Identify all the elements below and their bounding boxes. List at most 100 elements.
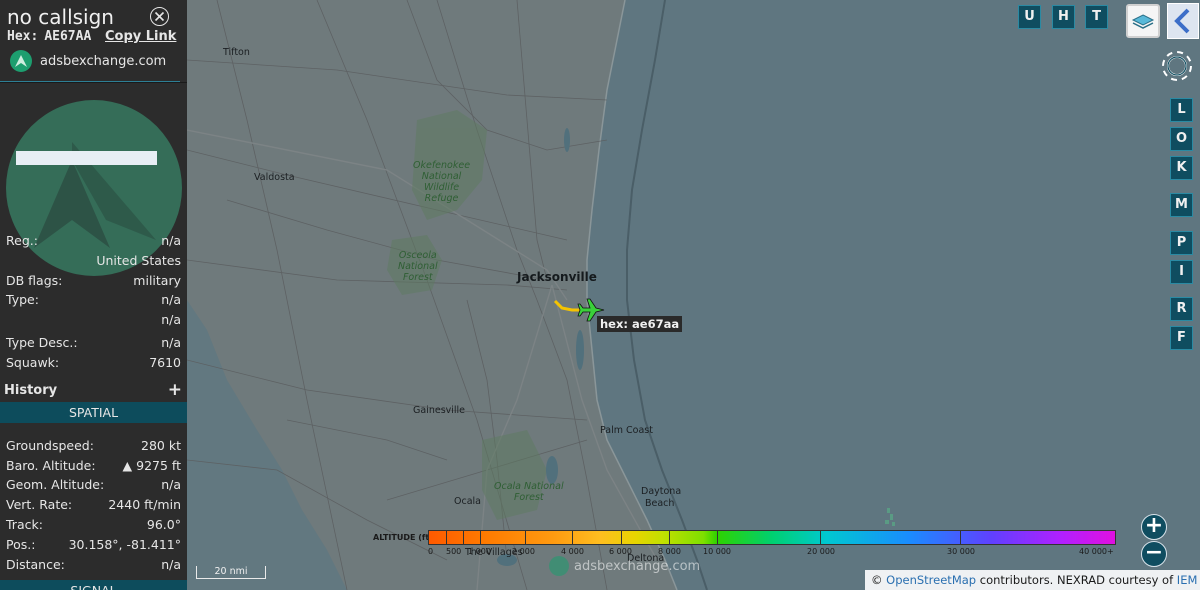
panel-header: no callsign Hex: AE67AA Copy Link adsbexc… (0, 0, 187, 83)
toolbar-button-p[interactable]: P (1170, 231, 1193, 255)
detail-value: n/a (161, 335, 181, 350)
spatial-key: Baro. Altitude: (6, 458, 96, 473)
minus-icon: − (1144, 540, 1164, 565)
place-label: Jacksonville (517, 270, 597, 284)
place-label: Tifton (223, 47, 250, 58)
toolbar-button-r[interactable]: R (1170, 297, 1193, 321)
detail-value: 7610 (149, 355, 181, 370)
osm-link[interactable]: OpenStreetMap (886, 573, 976, 587)
detail-value: military (133, 273, 181, 288)
altitude-tick: 10 000 (703, 547, 731, 556)
spatial-value: 280 kt (141, 438, 181, 453)
altitude-tick: 6 000 (609, 547, 632, 556)
history-title: History (4, 383, 58, 398)
brand-link[interactable]: adsbexchange.com (10, 49, 166, 73)
toolbar-button-o[interactable]: O (1170, 127, 1193, 151)
history-expand-button[interactable]: + (168, 380, 182, 400)
detail-row-registration: Reg.: n/a (0, 231, 187, 251)
detail-row-squawk: Squawk: 7610 (0, 353, 187, 373)
copyright-symbol: © (871, 573, 883, 587)
map-scale: 20 nmi (196, 566, 266, 579)
settings-button[interactable] (1155, 44, 1199, 88)
detail-key: Reg.: (6, 233, 38, 248)
map-attribution: © OpenStreetMap contributors. NEXRAD cou… (865, 570, 1200, 590)
altitude-tick: 8 000 (658, 547, 681, 556)
altitude-tick: 2 000 (512, 547, 535, 556)
spatial-value: 30.158°, -81.411° (68, 537, 181, 552)
signal-section-header[interactable]: SIGNAL (0, 580, 187, 590)
adsbexchange-logo-icon (10, 50, 32, 72)
detail-value: n/a (161, 312, 181, 327)
spatial-row-track: Track: 96.0° (0, 515, 187, 535)
collapse-sidebar-button[interactable] (1167, 3, 1199, 39)
detail-key: DB flags: (6, 273, 63, 288)
place-label: Daytona (641, 486, 682, 497)
divider (0, 81, 180, 82)
map-canvas[interactable]: Tifton Valdosta Jacksonville Gainesville… (187, 0, 1200, 590)
copy-link[interactable]: Copy Link (105, 29, 176, 44)
watermark-text: adsbexchange.com (574, 558, 701, 574)
place-label: Gainesville (413, 405, 466, 416)
spatial-key: Distance: (6, 557, 65, 572)
spatial-value: 2440 ft/min (108, 497, 181, 512)
place-label: Palm Coast (600, 425, 653, 436)
toolbar-button-i[interactable]: I (1170, 260, 1193, 284)
spatial-value: n/a (161, 557, 181, 572)
detail-value: n/a (161, 233, 181, 248)
spatial-key: Pos.: (6, 537, 36, 552)
gear-icon (1162, 51, 1192, 81)
toolbar-button-u[interactable]: U (1018, 5, 1041, 29)
callsign-title: no callsign (7, 5, 114, 29)
altitude-tick: 4 000 (561, 547, 584, 556)
close-panel-button[interactable] (150, 7, 169, 26)
detail-key: Type Desc.: (6, 335, 78, 350)
altitude-legend-title: ALTITUDE (ft) (373, 533, 433, 542)
aircraft-info-panel: no callsign Hex: AE67AA Copy Link adsbexc… (0, 0, 187, 590)
altitude-tick: 30 000 (947, 547, 975, 556)
layers-button[interactable] (1126, 4, 1160, 38)
spatial-key: Track: (6, 517, 43, 532)
toolbar-button-f[interactable]: F (1170, 326, 1193, 350)
layers-icon (1131, 14, 1155, 29)
altitude-legend: ALTITUDE (ft) 0 500 1 000 2 000 4 000 6 … (373, 530, 1116, 558)
spatial-row-position: Pos.: 30.158°, -81.411° (0, 535, 187, 555)
altitude-tick: 500 (446, 547, 462, 556)
place-label: Ocala (454, 496, 481, 507)
history-section-header[interactable]: History + (0, 380, 187, 402)
detail-key: Squawk: (6, 355, 60, 370)
hex-row: Hex: AE67AA (7, 29, 91, 44)
detail-key: Type: (6, 292, 39, 307)
forest-label: Okefenokee National Wildlife Refuge (413, 160, 471, 204)
spatial-key: Vert. Rate: (6, 497, 73, 512)
forest-label: Osceola National Forest (398, 250, 438, 283)
map-base-layer (187, 0, 1200, 590)
spatial-value: ▲ 9275 ft (122, 458, 181, 473)
detail-value: n/a (161, 292, 181, 307)
detail-row-type: Type: n/a (0, 290, 187, 310)
toolbar-button-k[interactable]: K (1170, 156, 1193, 180)
toolbar-button-t[interactable]: T (1085, 5, 1108, 29)
adsbexchange-logo-icon (549, 556, 569, 576)
detail-row-type-extra: n/a (0, 310, 187, 330)
toolbar-button-h[interactable]: H (1052, 5, 1075, 29)
chevron-left-icon (1174, 8, 1190, 34)
attribution-text: contributors. NEXRAD courtesy of (979, 573, 1174, 587)
toolbar-button-m[interactable]: M (1170, 193, 1193, 217)
altitude-tick: 1 000 (468, 547, 491, 556)
place-label: Valdosta (254, 172, 295, 183)
zoom-out-button[interactable]: − (1141, 541, 1167, 567)
zoom-in-button[interactable]: + (1141, 514, 1167, 540)
aircraft-photo-area (0, 83, 187, 276)
spatial-row-distance: Distance: n/a (0, 555, 187, 575)
spatial-value: n/a (161, 477, 181, 492)
close-icon (154, 11, 165, 22)
spatial-row-vert-rate: Vert. Rate: 2440 ft/min (0, 495, 187, 515)
place-label: Beach (645, 498, 675, 509)
spatial-section-header[interactable]: SPATIAL (0, 402, 187, 423)
aircraft-hex-label[interactable]: hex: ae67aa (597, 316, 683, 332)
detail-row-db-flags: DB flags: military (0, 271, 187, 291)
iem-link[interactable]: IEM (1177, 573, 1198, 587)
toolbar-button-l[interactable]: L (1170, 98, 1193, 122)
spatial-value: 96.0° (146, 517, 181, 532)
detail-row-type-desc: Type Desc.: n/a (0, 333, 187, 353)
